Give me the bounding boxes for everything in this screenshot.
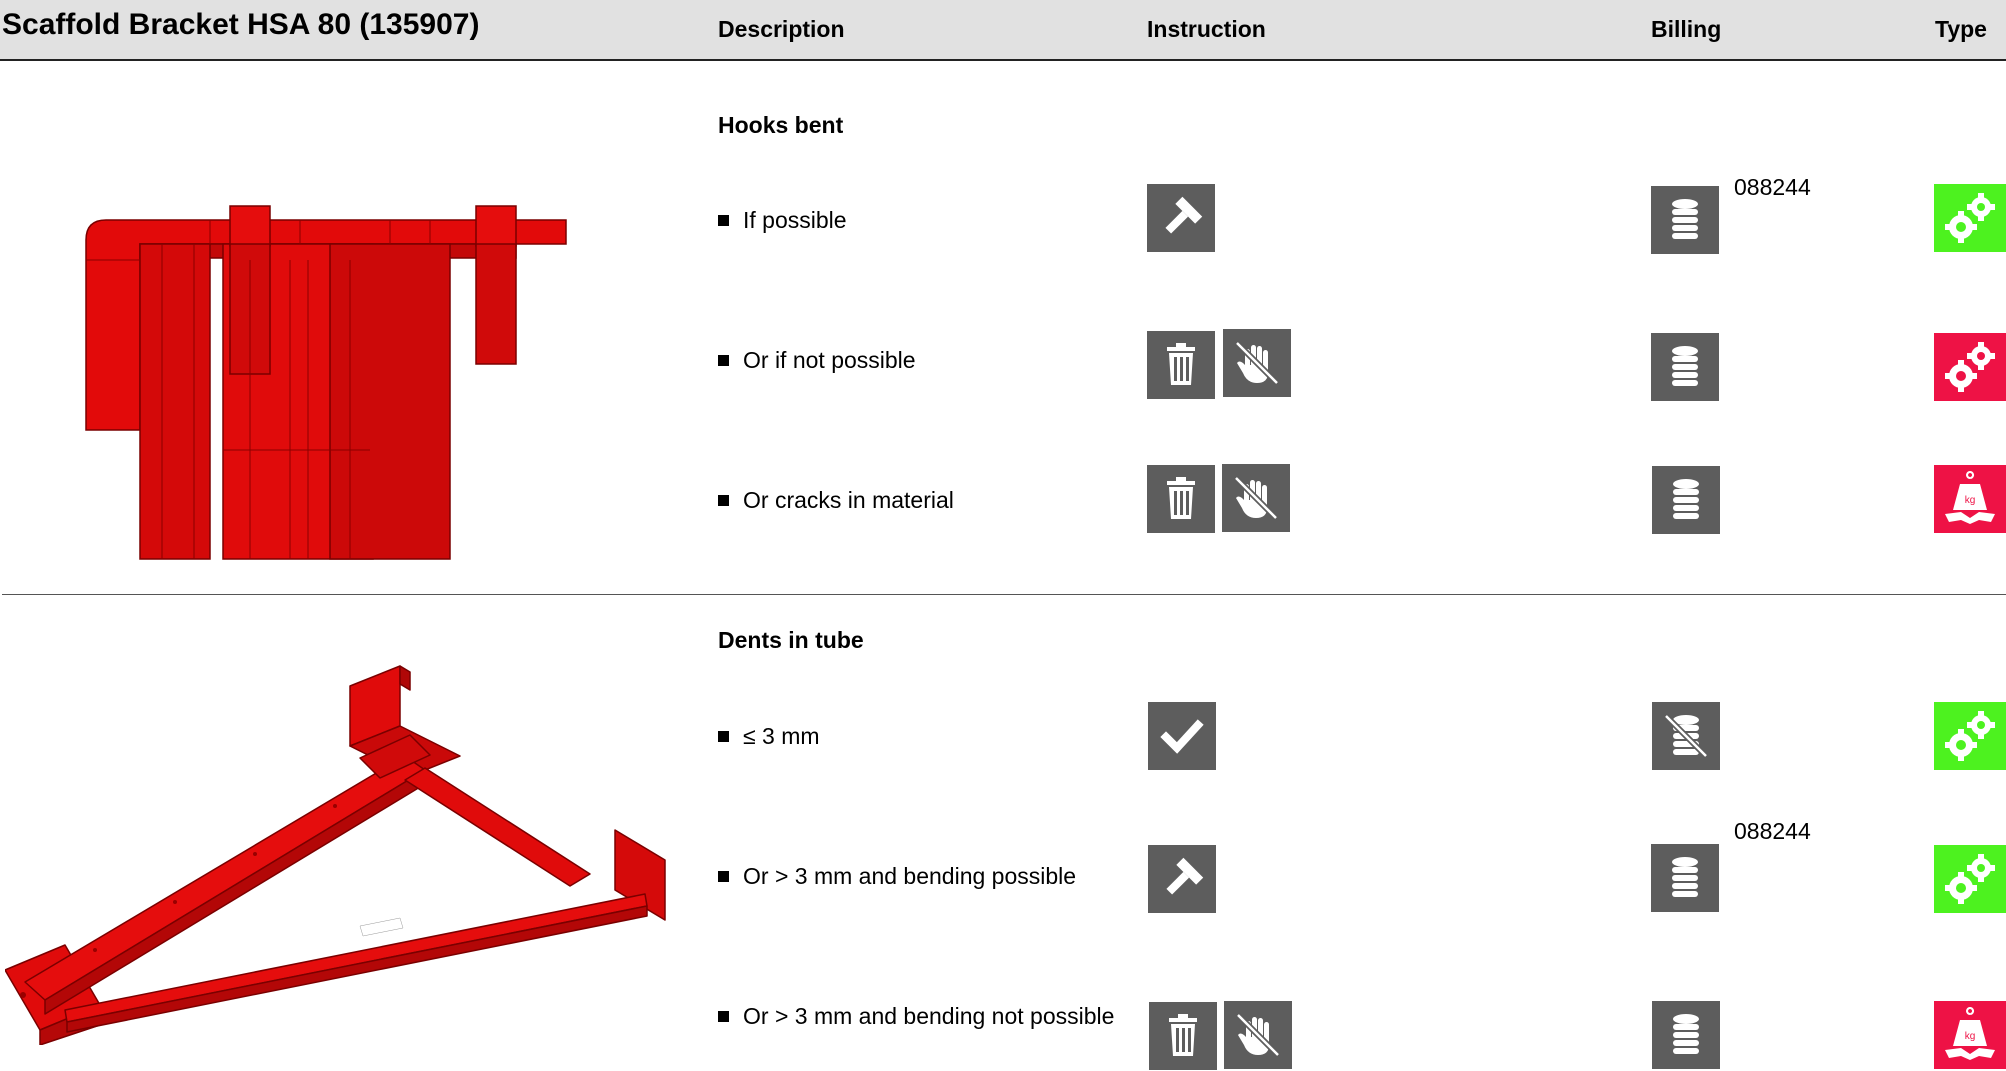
product-image-bracket: [4, 660, 670, 1050]
gears-icon: [1934, 333, 2006, 401]
coin-stack-icon: [1652, 466, 1720, 534]
product-image-hook-detail: [80, 200, 570, 565]
no-hand-icon: [1224, 1001, 1292, 1069]
list-item: If possible: [718, 207, 847, 234]
kg-label: kg: [1965, 495, 1976, 506]
item-text: Or > 3 mm and bending not possible: [743, 1003, 1115, 1029]
list-item: Or > 3 mm and bending not possible: [718, 1003, 1114, 1030]
list-item: ≤ 3 mm: [718, 723, 820, 750]
gears-icon: [1934, 702, 2006, 770]
column-header-billing: Billing: [1651, 16, 1722, 42]
coin-stack-icon: [1651, 333, 1719, 401]
scrap-weight-icon: kg: [1934, 1001, 2006, 1069]
coin-stack-icon: [1651, 186, 1719, 254]
coin-stack-icon: [1652, 1001, 1720, 1069]
item-text: ≤ 3 mm: [743, 723, 820, 749]
table-header: Scaffold Bracket HSA 80 (135907) Descrip…: [0, 0, 2006, 61]
item-text: If possible: [743, 207, 847, 233]
page-title: Scaffold Bracket HSA 80 (135907): [2, 8, 480, 41]
list-item: Or if not possible: [718, 347, 916, 374]
no-hand-icon: [1222, 464, 1290, 532]
section-divider: [2, 594, 2006, 595]
item-text: Or if not possible: [743, 347, 916, 373]
no-hand-icon: [1223, 329, 1291, 397]
section-title-hooks-bent: Hooks bent: [718, 112, 844, 138]
column-header-type: Type: [1935, 16, 1987, 42]
billing-code: 088244: [1734, 174, 1811, 200]
list-item: Or > 3 mm and bending possible: [718, 863, 1076, 890]
section-title-dents-in-tube: Dents in tube: [718, 627, 864, 653]
column-header-instruction: Instruction: [1147, 16, 1266, 42]
billing-code: 088244: [1734, 818, 1811, 844]
item-text: Or > 3 mm and bending possible: [743, 863, 1077, 889]
coin-stack-icon: [1651, 844, 1719, 912]
column-header-description: Description: [718, 16, 845, 42]
gears-icon: [1934, 845, 2006, 913]
trash-icon: [1147, 465, 1215, 533]
scrap-weight-icon: kg: [1934, 465, 2006, 533]
no-coin-stack-icon: [1652, 702, 1720, 770]
hammer-icon: [1148, 845, 1216, 913]
checkmark-icon: [1148, 702, 1216, 770]
gears-icon: [1934, 184, 2006, 252]
kg-label: kg: [1965, 1031, 1976, 1042]
trash-icon: [1149, 1002, 1217, 1070]
item-text: Or cracks in material: [743, 487, 954, 513]
list-item: Or cracks in material: [718, 487, 954, 514]
hammer-icon: [1147, 184, 1215, 252]
trash-icon: [1147, 331, 1215, 399]
